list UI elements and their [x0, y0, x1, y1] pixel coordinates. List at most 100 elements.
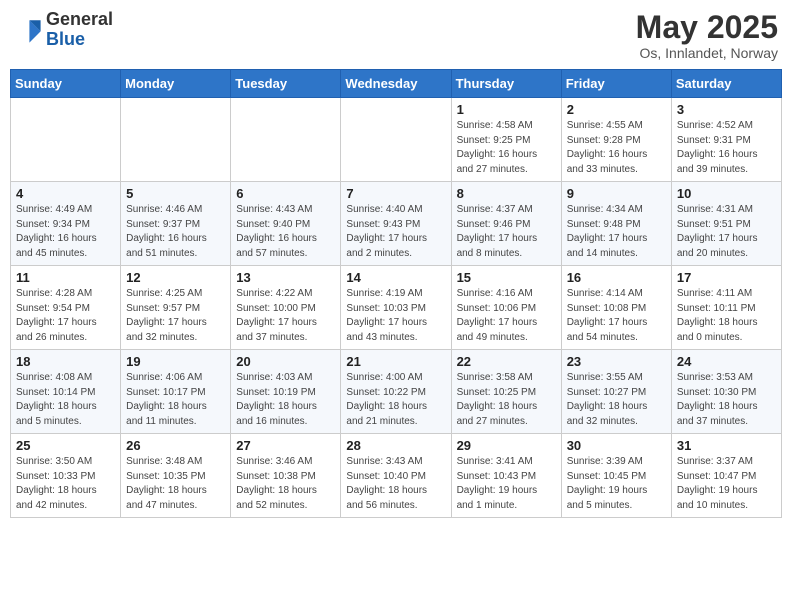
calendar-cell: 30Sunrise: 3:39 AM Sunset: 10:45 PM Dayl…	[561, 434, 671, 518]
day-info: Sunrise: 3:48 AM Sunset: 10:35 PM Daylig…	[126, 455, 225, 513]
day-number: 16	[567, 270, 666, 285]
calendar-week-3: 11 Sunrise: 4:28 AM Sunset: 9:54 PM Dayli…	[11, 266, 782, 350]
day-info: Sunrise: 4:52 AM Sunset: 9:31 PM Dayligh…	[677, 119, 776, 177]
day-info: Sunrise: 3:43 AM Sunset: 10:40 PM Daylig…	[346, 455, 445, 513]
calendar-cell: 29 Sunrise: 3:41 AM Sunset: 10:43 PM Dayl…	[451, 434, 561, 518]
calendar-cell: 21Sunrise: 4:00 AM Sunset: 10:22 PM Dayl…	[341, 350, 451, 434]
calendar-cell: 25 Sunrise: 3:50 AM Sunset: 10:33 PM Dayl…	[11, 434, 121, 518]
day-info: Sunrise: 4:06 AM Sunset: 10:17 PM Daylig…	[126, 371, 225, 429]
day-info: Sunrise: 4:43 AM Sunset: 9:40 PM Dayligh…	[236, 203, 335, 261]
calendar-cell: 7 Sunrise: 4:40 AM Sunset: 9:43 PM Daylig…	[341, 182, 451, 266]
calendar-cell: 8 Sunrise: 4:37 AM Sunset: 9:46 PM Daylig…	[451, 182, 561, 266]
calendar-cell	[11, 98, 121, 182]
day-number: 2	[567, 102, 666, 117]
calendar-cell: 14 Sunrise: 4:19 AM Sunset: 10:03 PM Dayl…	[341, 266, 451, 350]
day-number: 12	[126, 270, 225, 285]
weekday-header-saturday: Saturday	[671, 70, 781, 98]
location-subtitle: Os, Innlandet, Norway	[636, 45, 778, 61]
day-number: 7	[346, 186, 445, 201]
weekday-header-tuesday: Tuesday	[231, 70, 341, 98]
day-info: Sunrise: 4:34 AM Sunset: 9:48 PM Dayligh…	[567, 203, 666, 261]
day-info: Sunrise: 3:37 AM Sunset: 10:47 PM Daylig…	[677, 455, 776, 513]
weekday-header-sunday: Sunday	[11, 70, 121, 98]
calendar-cell: 6 Sunrise: 4:43 AM Sunset: 9:40 PM Daylig…	[231, 182, 341, 266]
day-number: 21	[346, 354, 445, 369]
day-info: Sunrise: 4:55 AM Sunset: 9:28 PM Dayligh…	[567, 119, 666, 177]
calendar-table: SundayMondayTuesdayWednesdayThursdayFrid…	[10, 69, 782, 518]
day-info: Sunrise: 4:37 AM Sunset: 9:46 PM Dayligh…	[457, 203, 556, 261]
day-number: 23	[567, 354, 666, 369]
calendar-cell	[341, 98, 451, 182]
calendar-cell: 23Sunrise: 3:55 AM Sunset: 10:27 PM Dayl…	[561, 350, 671, 434]
calendar-header: SundayMondayTuesdayWednesdayThursdayFrid…	[11, 70, 782, 98]
day-number: 29	[457, 438, 556, 453]
weekday-header-friday: Friday	[561, 70, 671, 98]
day-info: Sunrise: 3:41 AM Sunset: 10:43 PM Daylig…	[457, 455, 556, 513]
calendar-cell: 31 Sunrise: 3:37 AM Sunset: 10:47 PM Dayl…	[671, 434, 781, 518]
logo: General Blue	[14, 10, 113, 50]
weekday-header-wednesday: Wednesday	[341, 70, 451, 98]
day-number: 11	[16, 270, 115, 285]
day-info: Sunrise: 4:14 AM Sunset: 10:08 PM Daylig…	[567, 287, 666, 345]
day-number: 18	[16, 354, 115, 369]
page-header: General Blue May 2025 Os, Innlandet, Nor…	[10, 10, 782, 61]
calendar-cell: 1Sunrise: 4:58 AM Sunset: 9:25 PM Daylig…	[451, 98, 561, 182]
calendar-cell: 11 Sunrise: 4:28 AM Sunset: 9:54 PM Dayli…	[11, 266, 121, 350]
calendar-week-4: 18Sunrise: 4:08 AM Sunset: 10:14 PM Dayl…	[11, 350, 782, 434]
calendar-cell	[231, 98, 341, 182]
calendar-week-5: 25 Sunrise: 3:50 AM Sunset: 10:33 PM Dayl…	[11, 434, 782, 518]
calendar-cell: 13 Sunrise: 4:22 AM Sunset: 10:00 PM Dayl…	[231, 266, 341, 350]
day-number: 8	[457, 186, 556, 201]
calendar-cell	[121, 98, 231, 182]
calendar-cell: 18Sunrise: 4:08 AM Sunset: 10:14 PM Dayl…	[11, 350, 121, 434]
day-number: 25	[16, 438, 115, 453]
weekday-header-thursday: Thursday	[451, 70, 561, 98]
day-info: Sunrise: 4:31 AM Sunset: 9:51 PM Dayligh…	[677, 203, 776, 261]
day-number: 31	[677, 438, 776, 453]
calendar-cell: 22Sunrise: 3:58 AM Sunset: 10:25 PM Dayl…	[451, 350, 561, 434]
logo-icon	[14, 16, 42, 44]
day-number: 6	[236, 186, 335, 201]
calendar-cell: 3Sunrise: 4:52 AM Sunset: 9:31 PM Daylig…	[671, 98, 781, 182]
day-number: 4	[16, 186, 115, 201]
day-info: Sunrise: 4:19 AM Sunset: 10:03 PM Daylig…	[346, 287, 445, 345]
day-number: 27	[236, 438, 335, 453]
day-info: Sunrise: 3:46 AM Sunset: 10:38 PM Daylig…	[236, 455, 335, 513]
logo-general: General	[46, 10, 113, 30]
day-info: Sunrise: 4:03 AM Sunset: 10:19 PM Daylig…	[236, 371, 335, 429]
calendar-cell: 12 Sunrise: 4:25 AM Sunset: 9:57 PM Dayli…	[121, 266, 231, 350]
day-info: Sunrise: 4:16 AM Sunset: 10:06 PM Daylig…	[457, 287, 556, 345]
logo-blue: Blue	[46, 30, 113, 50]
day-info: Sunrise: 4:22 AM Sunset: 10:00 PM Daylig…	[236, 287, 335, 345]
day-info: Sunrise: 4:46 AM Sunset: 9:37 PM Dayligh…	[126, 203, 225, 261]
day-info: Sunrise: 4:58 AM Sunset: 9:25 PM Dayligh…	[457, 119, 556, 177]
calendar-cell: 16 Sunrise: 4:14 AM Sunset: 10:08 PM Dayl…	[561, 266, 671, 350]
calendar-cell: 9 Sunrise: 4:34 AM Sunset: 9:48 PM Daylig…	[561, 182, 671, 266]
calendar-cell: 19 Sunrise: 4:06 AM Sunset: 10:17 PM Dayl…	[121, 350, 231, 434]
weekday-header-monday: Monday	[121, 70, 231, 98]
calendar-week-1: 1Sunrise: 4:58 AM Sunset: 9:25 PM Daylig…	[11, 98, 782, 182]
day-info: Sunrise: 3:53 AM Sunset: 10:30 PM Daylig…	[677, 371, 776, 429]
day-info: Sunrise: 4:25 AM Sunset: 9:57 PM Dayligh…	[126, 287, 225, 345]
calendar-cell: 27 Sunrise: 3:46 AM Sunset: 10:38 PM Dayl…	[231, 434, 341, 518]
day-number: 22	[457, 354, 556, 369]
title-block: May 2025 Os, Innlandet, Norway	[636, 10, 778, 61]
calendar-cell: 20 Sunrise: 4:03 AM Sunset: 10:19 PM Dayl…	[231, 350, 341, 434]
calendar-week-2: 4 Sunrise: 4:49 AM Sunset: 9:34 PM Daylig…	[11, 182, 782, 266]
day-info: Sunrise: 3:50 AM Sunset: 10:33 PM Daylig…	[16, 455, 115, 513]
day-number: 14	[346, 270, 445, 285]
day-number: 13	[236, 270, 335, 285]
calendar-cell: 24Sunrise: 3:53 AM Sunset: 10:30 PM Dayl…	[671, 350, 781, 434]
day-number: 9	[567, 186, 666, 201]
day-number: 26	[126, 438, 225, 453]
day-info: Sunrise: 3:39 AM Sunset: 10:45 PM Daylig…	[567, 455, 666, 513]
day-number: 5	[126, 186, 225, 201]
calendar-cell: 2 Sunrise: 4:55 AM Sunset: 9:28 PM Daylig…	[561, 98, 671, 182]
day-number: 20	[236, 354, 335, 369]
day-info: Sunrise: 4:28 AM Sunset: 9:54 PM Dayligh…	[16, 287, 115, 345]
day-number: 19	[126, 354, 225, 369]
day-number: 10	[677, 186, 776, 201]
day-info: Sunrise: 4:49 AM Sunset: 9:34 PM Dayligh…	[16, 203, 115, 261]
day-info: Sunrise: 4:40 AM Sunset: 9:43 PM Dayligh…	[346, 203, 445, 261]
calendar-body: 1Sunrise: 4:58 AM Sunset: 9:25 PM Daylig…	[11, 98, 782, 518]
